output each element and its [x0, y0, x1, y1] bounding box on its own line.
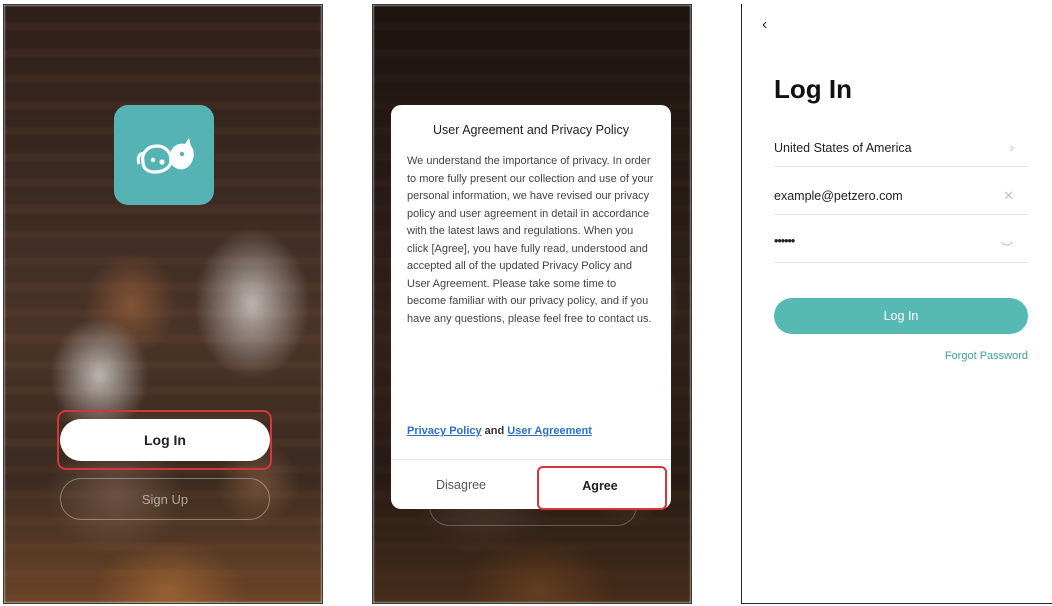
login-screen: ‹ Log In United States of America › exam…	[741, 4, 1052, 604]
password-value: ••••••	[774, 234, 795, 248]
email-field[interactable]: example@petzero.com ✕	[774, 176, 1028, 215]
dialog-title: User Agreement and Privacy Policy	[433, 123, 629, 137]
clear-icon[interactable]: ✕	[1003, 188, 1014, 204]
policy-links: Privacy Policy and User Agreement	[407, 425, 592, 437]
dialog-body: We understand the importance of privacy.…	[407, 155, 654, 325]
disagree-button[interactable]: Disagree	[391, 465, 531, 505]
agreement-screen: User Agreement and Privacy Policy We und…	[372, 4, 692, 604]
chevron-right-icon: ›	[1009, 140, 1014, 155]
page-title: Log In	[774, 74, 852, 104]
country-selector[interactable]: United States of America ›	[774, 128, 1028, 167]
password-field[interactable]: ••••••	[774, 224, 1028, 263]
agreement-dialog: User Agreement and Privacy Policy We und…	[391, 105, 671, 509]
user-agreement-link[interactable]: User Agreement	[507, 425, 592, 437]
dog-cat-icon	[136, 138, 194, 174]
login-button[interactable]: Log In	[60, 419, 270, 461]
email-value: example@petzero.com	[774, 189, 903, 203]
app-logo	[114, 105, 214, 205]
privacy-policy-link[interactable]: Privacy Policy	[407, 425, 482, 437]
welcome-screen: Log In Sign Up	[3, 4, 323, 604]
signup-button[interactable]: Sign Up	[60, 478, 270, 520]
country-value: United States of America	[774, 141, 912, 155]
login-submit-button[interactable]: Log In	[774, 298, 1028, 334]
forgot-password-link[interactable]: Forgot Password	[945, 350, 1028, 362]
eye-closed-icon[interactable]	[1000, 236, 1014, 251]
and-text: and	[484, 425, 505, 437]
agree-button[interactable]: Agree	[537, 465, 663, 507]
dialog-divider	[391, 459, 671, 460]
chevron-left-icon[interactable]: ‹	[762, 16, 767, 34]
